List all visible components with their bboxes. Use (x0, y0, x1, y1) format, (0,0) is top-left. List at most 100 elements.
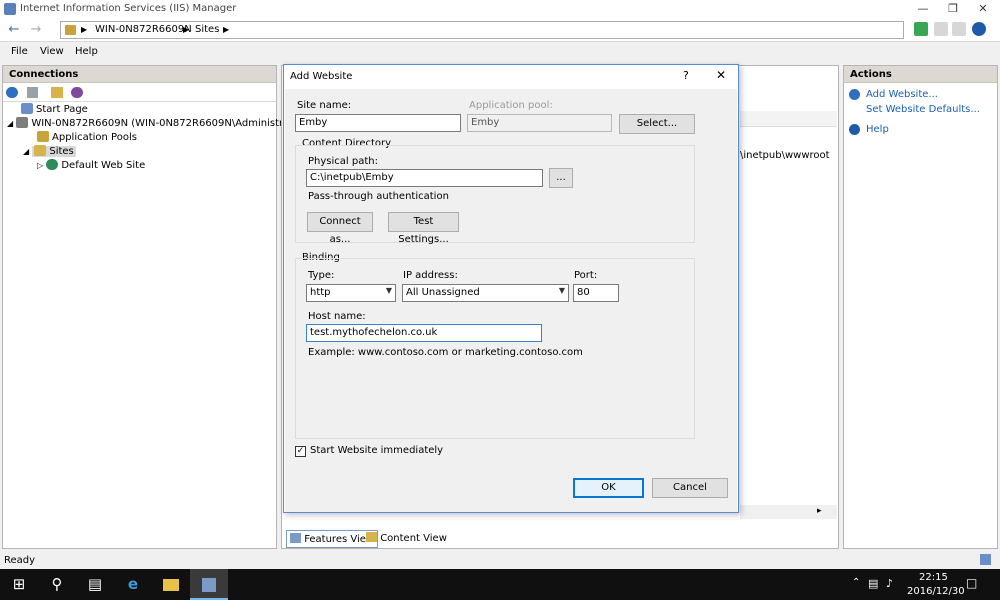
menu-bar: File View Help (0, 42, 1000, 62)
cancel-button[interactable]: Cancel (652, 478, 728, 498)
ip-address-select[interactable]: All Unassigned ▼ (402, 284, 569, 302)
breadcrumb-separator-icon: ▶ (183, 25, 190, 34)
internet-explorer-icon[interactable]: e (114, 569, 152, 600)
restore-button[interactable]: ❐ (938, 0, 968, 19)
connections-pane: Connections Start Page ◢ WIN-0N872R6609N… (2, 65, 307, 549)
breadcrumb-server[interactable]: WIN-0N872R6609N (95, 24, 192, 35)
forward-icon[interactable]: → (28, 23, 44, 37)
menu-help[interactable]: Help (75, 46, 98, 57)
horizontal-scrollbar[interactable] (740, 505, 837, 519)
up-level-icon[interactable] (51, 87, 63, 98)
disconnect-icon[interactable] (71, 87, 83, 98)
set-website-defaults-action[interactable]: Set Website Defaults... (866, 104, 980, 115)
address-bar: ← → ▶ WIN-0N872R6609N ▶ Sites ▶ (0, 19, 1000, 42)
host-name-example: Example: www.contoso.com or marketing.co… (308, 347, 583, 358)
task-view-icon[interactable]: ▤ (76, 569, 114, 600)
server-icon (16, 117, 29, 128)
chevron-down-icon: ▼ (558, 286, 565, 295)
expand-toggle-icon[interactable]: ◢ (7, 119, 13, 128)
action-center-icon[interactable]: □ (966, 576, 977, 590)
browse-button[interactable]: ... (549, 168, 573, 188)
site-path-text: \inetpub\wwwroot (740, 150, 830, 161)
help-icon (849, 124, 860, 135)
taskbar: ⊞ ⚲ ▤ e ⌃ ▤ ♪ 22:15 2016/12/30 □ (0, 569, 1000, 600)
stop-icon[interactable] (934, 22, 948, 36)
physical-path-label: Physical path: (308, 156, 378, 167)
menu-file[interactable]: File (11, 46, 28, 57)
content-view-tab[interactable]: Content View (366, 532, 447, 544)
globe-icon (46, 159, 59, 170)
add-website-action[interactable]: Add Website... (866, 89, 938, 100)
port-label: Port: (574, 270, 598, 281)
breadcrumb-separator-icon: ▶ (81, 25, 88, 34)
port-input[interactable]: 80 (573, 284, 619, 302)
iis-manager-taskbar-icon[interactable] (190, 569, 228, 600)
taskbar-time[interactable]: 22:15 (919, 572, 948, 583)
ip-address-label: IP address: (403, 270, 458, 281)
window-title: Internet Information Services (IIS) Mana… (20, 3, 237, 14)
close-window-button[interactable]: ✕ (968, 0, 998, 19)
dialog-close-button[interactable]: ✕ (716, 68, 726, 82)
type-label: Type: (308, 270, 335, 281)
breadcrumb-sites[interactable]: Sites (195, 24, 219, 35)
server-icon (65, 25, 76, 35)
application-pool-label: Application pool: (469, 100, 553, 111)
connect-icon[interactable] (6, 87, 18, 98)
content-view-icon (366, 532, 377, 542)
application-pool-input: Emby (467, 114, 612, 132)
start-page-icon (21, 103, 33, 114)
back-icon[interactable]: ← (6, 23, 22, 37)
ok-button[interactable]: OK (573, 478, 644, 498)
site-name-input[interactable]: Emby (295, 114, 461, 132)
actions-pane: Actions Add Website... Set Website Defau… (843, 65, 998, 549)
title-bar: Internet Information Services (IIS) Mana… (0, 0, 1000, 19)
connect-as-button[interactable]: Connect as... (307, 212, 373, 245)
tree-sites[interactable]: ◢ Sites (23, 145, 76, 157)
windows-start-icon[interactable]: ⊞ (0, 569, 38, 600)
menu-view[interactable]: View (40, 46, 64, 57)
add-website-icon (849, 89, 860, 100)
host-name-label: Host name: (308, 311, 366, 322)
site-name-label: Site name: (297, 100, 352, 111)
tree-default-web-site[interactable]: ▷ Default Web Site (37, 159, 145, 171)
test-settings-button[interactable]: Test Settings... (388, 212, 459, 245)
tree-application-pools[interactable]: Application Pools (37, 131, 137, 143)
select-pool-button[interactable]: Select... (619, 114, 695, 134)
refresh-icon[interactable] (914, 22, 928, 36)
dialog-title: Add Website (290, 71, 353, 82)
status-text: Ready (4, 555, 36, 566)
status-bar: Ready (0, 550, 1000, 569)
tree-start-page[interactable]: Start Page (21, 103, 88, 115)
breadcrumb[interactable]: ▶ WIN-0N872R6609N ▶ Sites ▶ (60, 21, 904, 39)
tree-server[interactable]: ◢ WIN-0N872R6609N (WIN-0N872R6609N\Admin… (7, 117, 307, 129)
taskbar-date[interactable]: 2016/12/30 (907, 586, 965, 597)
connections-toolbar (3, 83, 276, 102)
start-website-label: Start Website immediately (310, 445, 444, 456)
expand-toggle-icon[interactable]: ◢ (23, 147, 29, 156)
scroll-right-icon[interactable]: ▸ (817, 506, 822, 516)
physical-path-input[interactable]: C:\inetpub\Emby (306, 169, 543, 187)
pass-through-label: Pass-through authentication (308, 191, 449, 202)
home-icon[interactable] (952, 22, 966, 36)
status-icon (980, 554, 991, 565)
features-view-icon (290, 533, 301, 543)
type-select[interactable]: http ▼ (306, 284, 396, 302)
help-menu-icon[interactable] (972, 22, 986, 36)
volume-icon[interactable]: ♪ (886, 577, 893, 590)
host-name-input[interactable]: test.mythofechelon.co.uk (306, 324, 542, 342)
features-view-tab[interactable]: Features View (286, 530, 379, 548)
minimize-button[interactable]: — (908, 0, 938, 19)
save-icon[interactable] (27, 87, 38, 98)
breadcrumb-separator-icon: ▶ (223, 25, 230, 34)
help-action[interactable]: Help (866, 124, 889, 135)
chevron-down-icon: ▼ (385, 286, 392, 295)
network-icon[interactable]: ▤ (868, 577, 878, 590)
iis-app-icon (4, 3, 16, 15)
search-icon[interactable]: ⚲ (38, 569, 76, 600)
tray-chevron-up-icon[interactable]: ⌃ (852, 577, 860, 588)
start-website-checkbox[interactable]: ✓ (295, 446, 306, 457)
add-website-dialog: Add Website ? ✕ Site name: Emby Applicat… (283, 64, 739, 513)
dialog-help-button[interactable]: ? (683, 69, 689, 82)
file-explorer-icon[interactable] (152, 569, 190, 600)
collapse-toggle-icon[interactable]: ▷ (37, 161, 43, 170)
